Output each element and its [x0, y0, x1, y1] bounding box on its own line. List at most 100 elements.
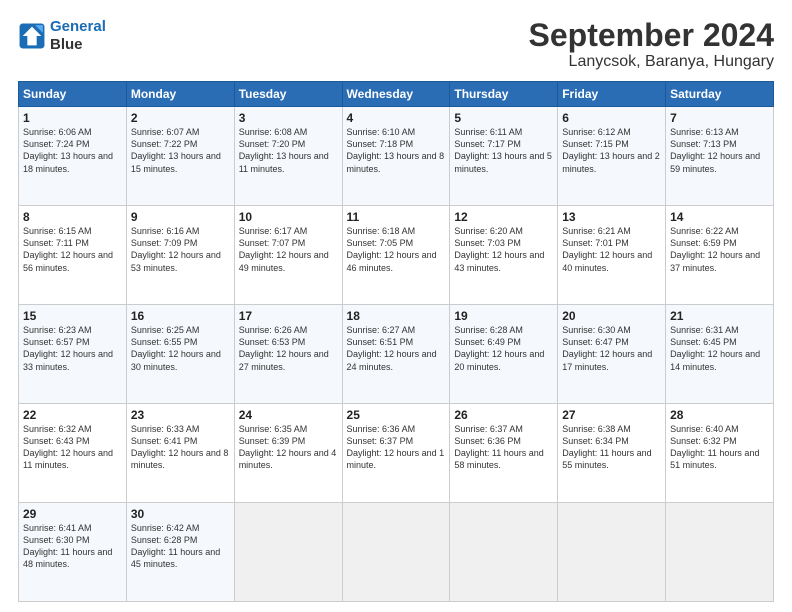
day-info: Sunset: 6:49 PM [454, 336, 553, 348]
calendar-cell: 5Sunrise: 6:11 AMSunset: 7:17 PMDaylight… [450, 107, 558, 206]
day-number: 14 [670, 210, 769, 224]
logo-line1: General [50, 18, 106, 35]
day-number: 8 [23, 210, 122, 224]
page-title: September 2024 [529, 18, 774, 53]
day-info: Sunset: 7:11 PM [23, 237, 122, 249]
day-info: Sunset: 6:37 PM [347, 435, 446, 447]
day-info: Sunrise: 6:23 AM [23, 324, 122, 336]
calendar-cell: 3Sunrise: 6:08 AMSunset: 7:20 PMDaylight… [234, 107, 342, 206]
calendar-header-row: SundayMondayTuesdayWednesdayThursdayFrid… [19, 82, 774, 107]
calendar-cell: 18Sunrise: 6:27 AMSunset: 6:51 PMDayligh… [342, 305, 450, 404]
day-number: 15 [23, 309, 122, 323]
day-info: Sunset: 7:18 PM [347, 138, 446, 150]
day-info: Sunrise: 6:22 AM [670, 225, 769, 237]
day-info: Daylight: 12 hours and 27 minutes. [239, 348, 338, 372]
day-info: Daylight: 13 hours and 11 minutes. [239, 150, 338, 174]
calendar-cell [450, 503, 558, 602]
calendar-cell: 8Sunrise: 6:15 AMSunset: 7:11 PMDaylight… [19, 206, 127, 305]
day-info: Sunrise: 6:13 AM [670, 126, 769, 138]
col-header-sunday: Sunday [19, 82, 127, 107]
day-info: Sunrise: 6:08 AM [239, 126, 338, 138]
day-info: Sunrise: 6:11 AM [454, 126, 553, 138]
col-header-wednesday: Wednesday [342, 82, 450, 107]
day-info: Sunset: 7:20 PM [239, 138, 338, 150]
day-number: 9 [131, 210, 230, 224]
day-number: 28 [670, 408, 769, 422]
day-info: Daylight: 12 hours and 17 minutes. [562, 348, 661, 372]
day-info: Sunset: 6:39 PM [239, 435, 338, 447]
day-info: Daylight: 12 hours and 1 minute. [347, 447, 446, 471]
day-number: 23 [131, 408, 230, 422]
day-info: Daylight: 12 hours and 8 minutes. [131, 447, 230, 471]
day-info: Daylight: 13 hours and 15 minutes. [131, 150, 230, 174]
day-number: 6 [562, 111, 661, 125]
day-info: Daylight: 12 hours and 11 minutes. [23, 447, 122, 471]
calendar-cell: 17Sunrise: 6:26 AMSunset: 6:53 PMDayligh… [234, 305, 342, 404]
day-info: Sunset: 7:01 PM [562, 237, 661, 249]
day-info: Sunset: 7:17 PM [454, 138, 553, 150]
calendar-cell: 2Sunrise: 6:07 AMSunset: 7:22 PMDaylight… [126, 107, 234, 206]
logo-text: General Blue [50, 18, 106, 54]
calendar-cell: 23Sunrise: 6:33 AMSunset: 6:41 PMDayligh… [126, 404, 234, 503]
day-info: Sunset: 6:47 PM [562, 336, 661, 348]
calendar-cell: 7Sunrise: 6:13 AMSunset: 7:13 PMDaylight… [666, 107, 774, 206]
day-number: 21 [670, 309, 769, 323]
col-header-thursday: Thursday [450, 82, 558, 107]
title-block: September 2024 Lanycsok, Baranya, Hungar… [529, 18, 774, 71]
day-number: 2 [131, 111, 230, 125]
day-info: Sunrise: 6:21 AM [562, 225, 661, 237]
calendar-week-row: 29Sunrise: 6:41 AMSunset: 6:30 PMDayligh… [19, 503, 774, 602]
day-info: Sunrise: 6:38 AM [562, 423, 661, 435]
day-info: Daylight: 13 hours and 2 minutes. [562, 150, 661, 174]
day-number: 12 [454, 210, 553, 224]
day-info: Daylight: 11 hours and 55 minutes. [562, 447, 661, 471]
day-number: 1 [23, 111, 122, 125]
calendar-cell: 4Sunrise: 6:10 AMSunset: 7:18 PMDaylight… [342, 107, 450, 206]
day-info: Sunset: 6:43 PM [23, 435, 122, 447]
day-info: Sunset: 7:22 PM [131, 138, 230, 150]
day-info: Sunrise: 6:10 AM [347, 126, 446, 138]
day-info: Sunset: 6:28 PM [131, 534, 230, 546]
day-info: Sunrise: 6:18 AM [347, 225, 446, 237]
day-info: Sunrise: 6:42 AM [131, 522, 230, 534]
day-info: Sunset: 6:53 PM [239, 336, 338, 348]
day-info: Sunset: 7:09 PM [131, 237, 230, 249]
day-info: Sunset: 6:51 PM [347, 336, 446, 348]
calendar-cell: 22Sunrise: 6:32 AMSunset: 6:43 PMDayligh… [19, 404, 127, 503]
day-info: Sunset: 6:59 PM [670, 237, 769, 249]
day-info: Sunrise: 6:07 AM [131, 126, 230, 138]
day-info: Daylight: 11 hours and 48 minutes. [23, 546, 122, 570]
day-info: Sunset: 6:57 PM [23, 336, 122, 348]
calendar-cell [666, 503, 774, 602]
day-info: Sunset: 7:05 PM [347, 237, 446, 249]
calendar-week-row: 8Sunrise: 6:15 AMSunset: 7:11 PMDaylight… [19, 206, 774, 305]
logo-line2: Blue [50, 36, 106, 54]
day-info: Daylight: 12 hours and 59 minutes. [670, 150, 769, 174]
calendar-cell: 26Sunrise: 6:37 AMSunset: 6:36 PMDayligh… [450, 404, 558, 503]
calendar-week-row: 22Sunrise: 6:32 AMSunset: 6:43 PMDayligh… [19, 404, 774, 503]
day-number: 22 [23, 408, 122, 422]
day-info: Daylight: 12 hours and 14 minutes. [670, 348, 769, 372]
day-info: Daylight: 12 hours and 49 minutes. [239, 249, 338, 273]
day-number: 19 [454, 309, 553, 323]
day-info: Sunrise: 6:16 AM [131, 225, 230, 237]
calendar-cell: 19Sunrise: 6:28 AMSunset: 6:49 PMDayligh… [450, 305, 558, 404]
day-number: 24 [239, 408, 338, 422]
calendar-cell: 16Sunrise: 6:25 AMSunset: 6:55 PMDayligh… [126, 305, 234, 404]
day-info: Sunset: 7:03 PM [454, 237, 553, 249]
calendar-week-row: 15Sunrise: 6:23 AMSunset: 6:57 PMDayligh… [19, 305, 774, 404]
day-number: 20 [562, 309, 661, 323]
day-info: Daylight: 12 hours and 37 minutes. [670, 249, 769, 273]
day-info: Sunset: 6:55 PM [131, 336, 230, 348]
header: General Blue September 2024 Lanycsok, Ba… [18, 18, 774, 71]
day-number: 11 [347, 210, 446, 224]
day-info: Sunset: 6:30 PM [23, 534, 122, 546]
day-info: Sunrise: 6:37 AM [454, 423, 553, 435]
day-info: Daylight: 12 hours and 33 minutes. [23, 348, 122, 372]
day-number: 16 [131, 309, 230, 323]
calendar-cell [234, 503, 342, 602]
day-number: 3 [239, 111, 338, 125]
day-info: Daylight: 13 hours and 8 minutes. [347, 150, 446, 174]
day-info: Daylight: 12 hours and 24 minutes. [347, 348, 446, 372]
day-info: Sunrise: 6:26 AM [239, 324, 338, 336]
